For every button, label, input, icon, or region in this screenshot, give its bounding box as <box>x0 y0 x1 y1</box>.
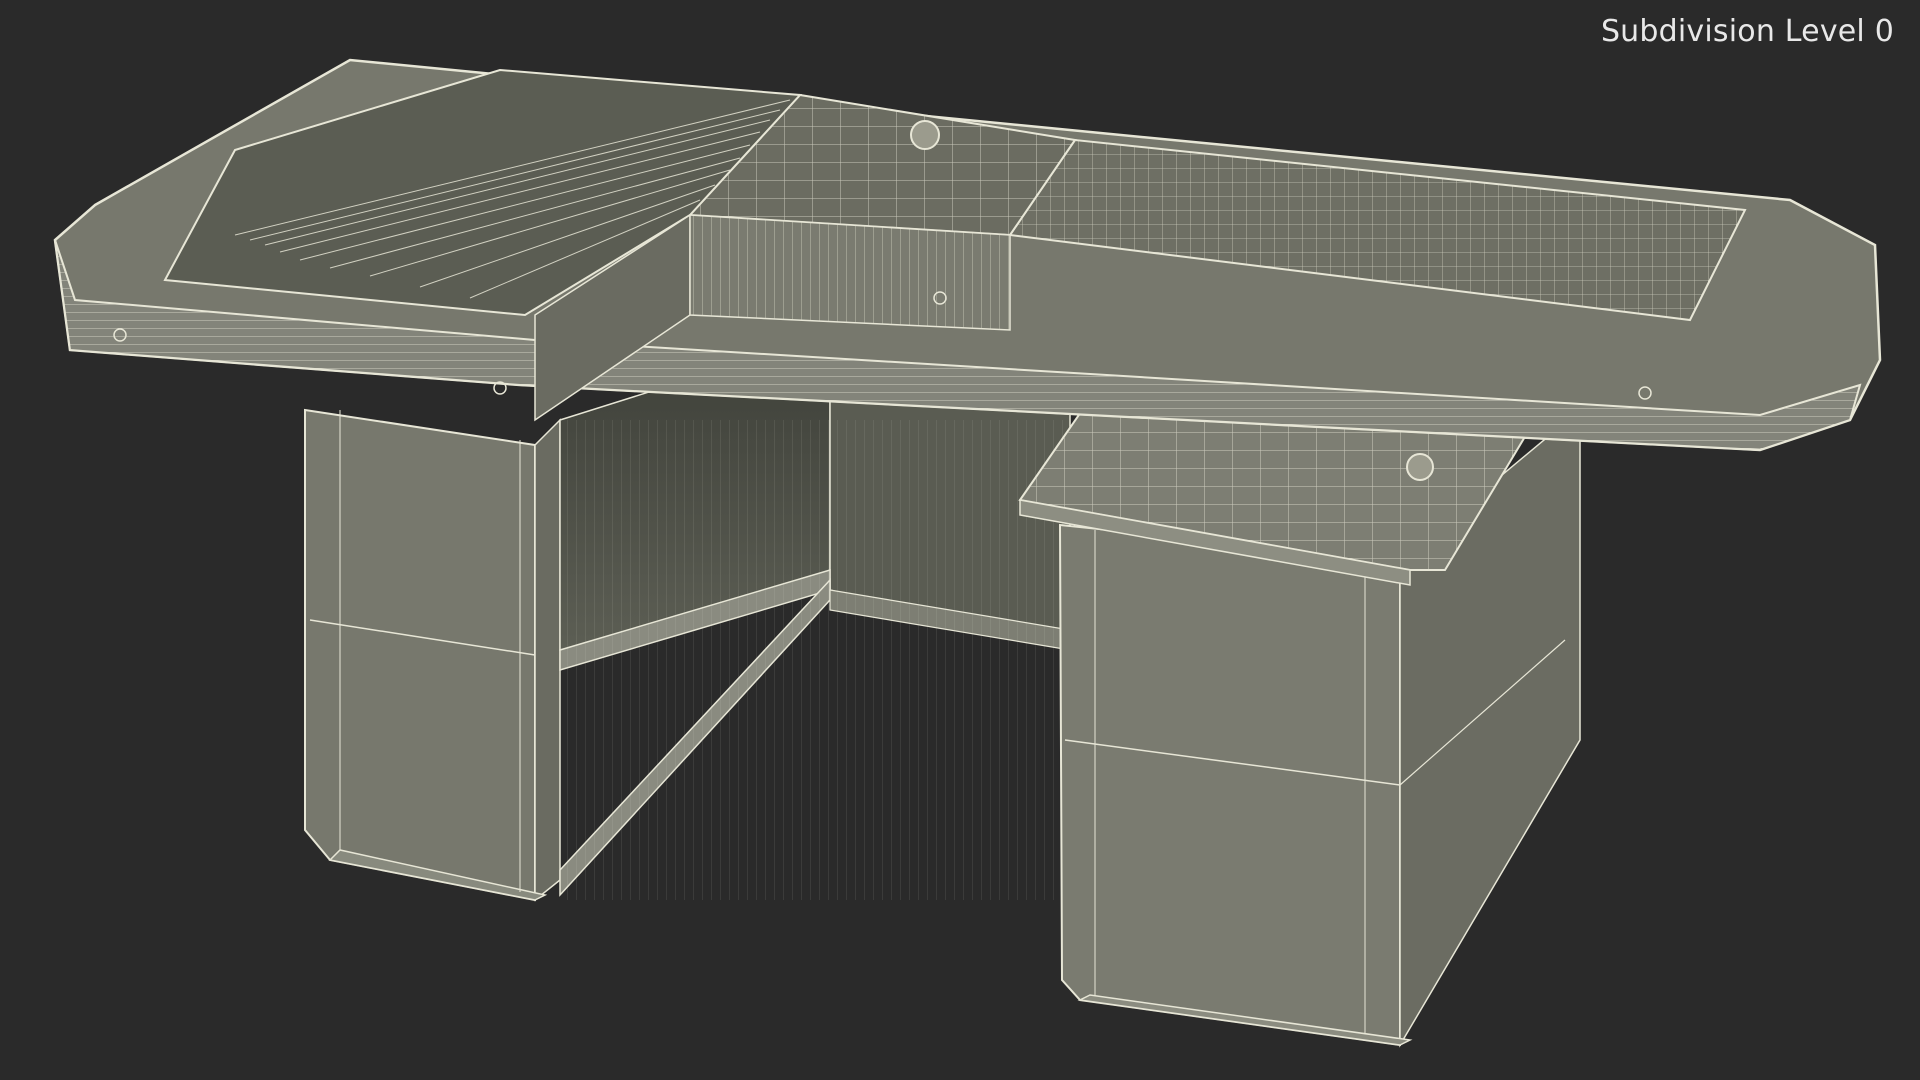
subdivision-level-label: Subdivision Level 0 <box>1600 14 1894 49</box>
left-pedestal <box>304 408 561 902</box>
countertop <box>53 58 1882 452</box>
shelf-unit <box>559 333 1071 900</box>
checkout-counter-render <box>53 58 1882 1048</box>
3d-viewport[interactable]: Subdivision Level 0 <box>0 0 1920 1080</box>
